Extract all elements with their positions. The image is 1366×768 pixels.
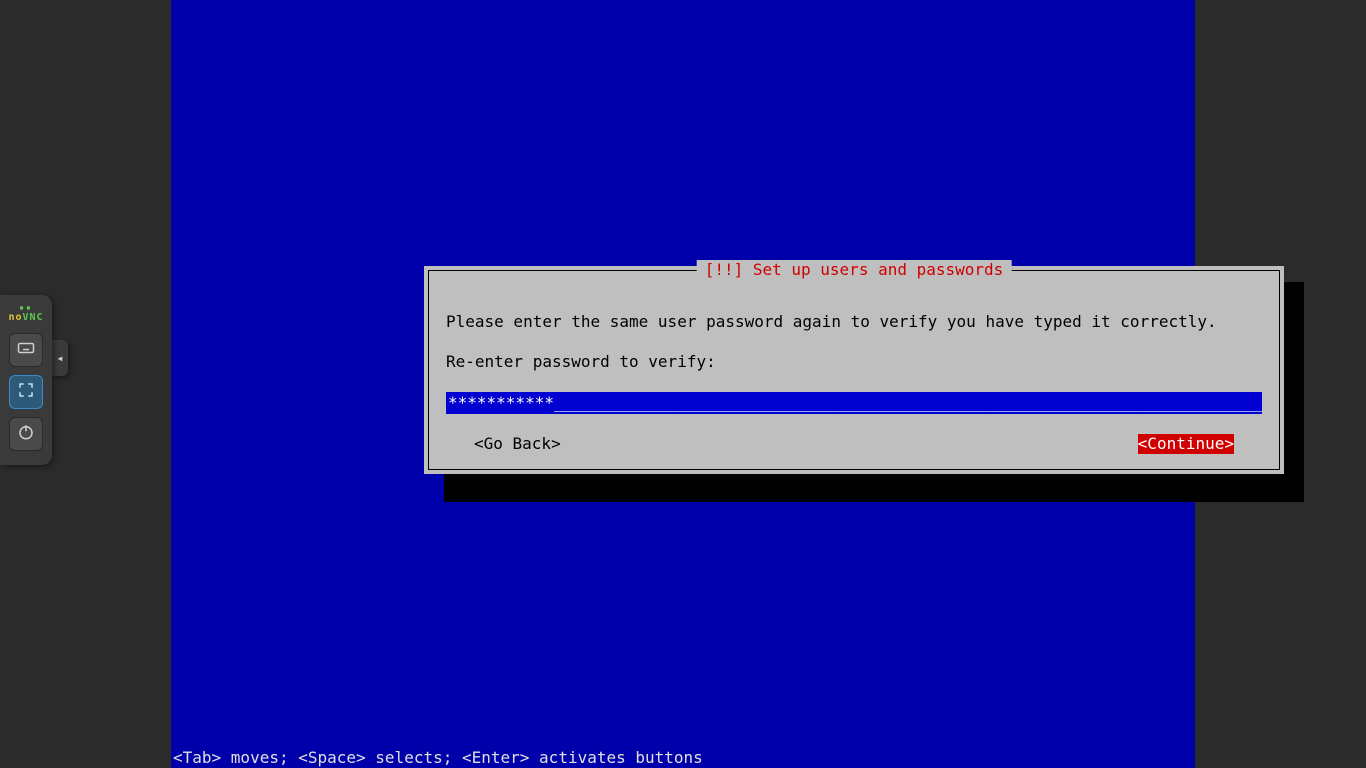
dialog-instruction: Please enter the same user password agai… (446, 312, 1262, 332)
go-back-button[interactable]: <Go Back> (474, 434, 561, 454)
password-input[interactable]: ***********_____________________________… (446, 392, 1262, 414)
password-dialog: [!!] Set up users and passwords Please e… (424, 266, 1284, 474)
continue-button[interactable]: <Continue> (1138, 434, 1234, 454)
keyboard-icon (17, 339, 35, 361)
novnc-collapse-handle[interactable]: ◂ (52, 340, 68, 376)
installer-viewport: [!!] Set up users and passwords Please e… (171, 0, 1195, 768)
power-button[interactable] (9, 417, 43, 451)
dialog-title: [!!] Set up users and passwords (697, 260, 1012, 280)
footer-hint: <Tab> moves; <Space> selects; <Enter> ac… (173, 748, 703, 768)
power-icon (17, 423, 35, 445)
fullscreen-button[interactable] (9, 375, 43, 409)
fullscreen-icon (17, 381, 35, 403)
chevron-left-icon: ◂ (56, 351, 63, 365)
password-prompt-label: Re-enter password to verify: (446, 352, 1262, 372)
novnc-panel: ▪▪ noVNC (0, 295, 52, 465)
novnc-logo: ▪▪ noVNC (8, 303, 43, 323)
keyboard-button[interactable] (9, 333, 43, 367)
